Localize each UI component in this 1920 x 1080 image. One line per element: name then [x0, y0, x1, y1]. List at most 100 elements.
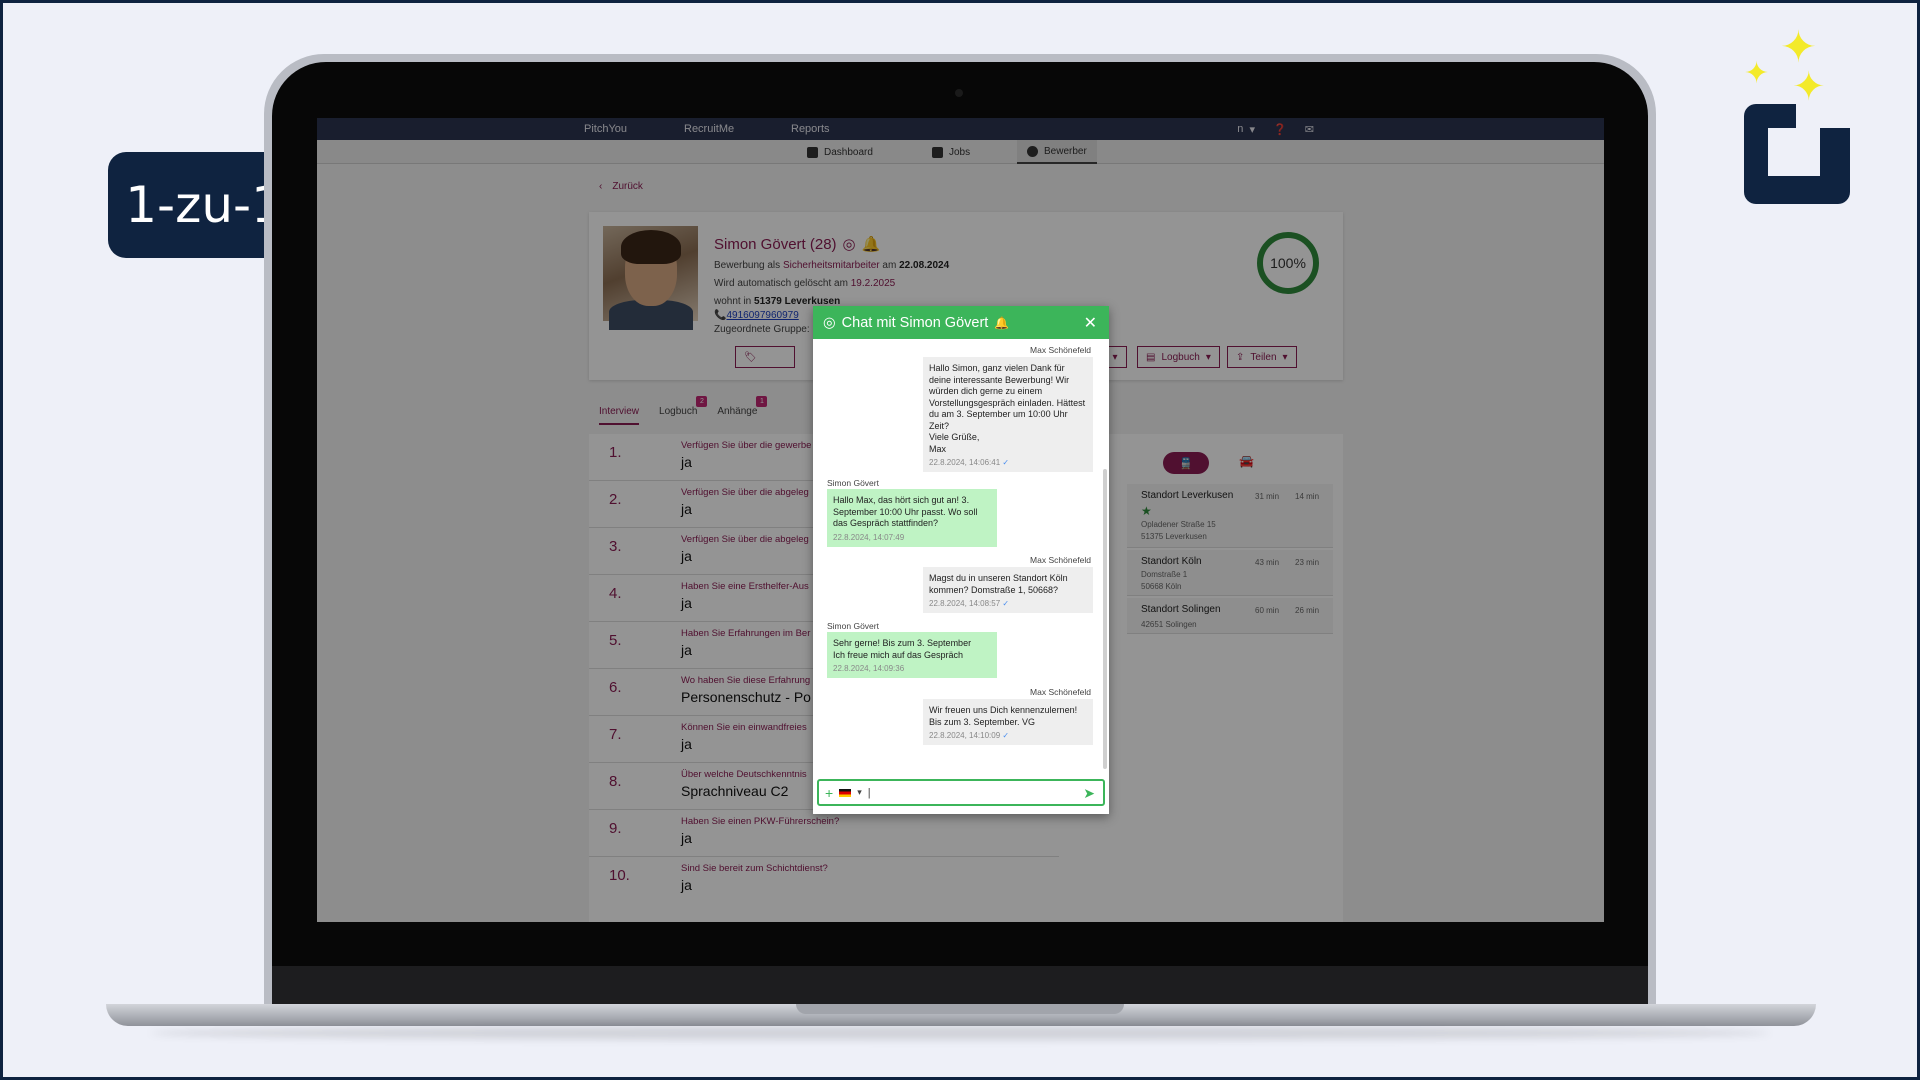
candidate-photo: [603, 226, 698, 330]
message-input[interactable]: + ▾ | ➤: [817, 779, 1105, 806]
user-menu[interactable]: n ▾: [1237, 123, 1255, 136]
car-toggle[interactable]: 🚘: [1239, 454, 1254, 468]
share-icon: ⇪: [1236, 351, 1245, 363]
logbuch-label: Logbuch: [1161, 351, 1200, 363]
chevron-down-icon[interactable]: ▾: [857, 787, 862, 798]
tab-bewerber[interactable]: Bewerber: [1017, 140, 1097, 164]
car-icon: 🚘: [1239, 454, 1254, 468]
message-time-text: 22.8.2024, 14:07:49: [833, 532, 905, 542]
chevron-down-icon: ▾: [1282, 351, 1288, 363]
application-line: Bewerbung als Sicherheitsmitarbeiter am …: [714, 260, 949, 271]
question-text: Über welche Deutschkenntnis: [681, 769, 807, 780]
bell-icon[interactable]: 🔔: [994, 316, 1009, 330]
chat-scrollbar[interactable]: [1103, 469, 1107, 769]
transit-time: 43 min: [1255, 558, 1280, 567]
transit-time: 31 min: [1255, 492, 1280, 501]
read-check-icon: ✓: [1002, 458, 1010, 468]
mail-icon[interactable]: ✉: [1305, 123, 1314, 136]
tab-anhaenge-badge: 1: [756, 396, 768, 407]
location-address: 42651 Solingen: [1141, 620, 1197, 629]
list-item: 10. Sind Sie bereit zum Schichtdienst? ja: [589, 857, 1059, 904]
logbook-icon: ▤: [1146, 351, 1156, 363]
question-number: 6.: [609, 679, 622, 696]
tab-logbuch[interactable]: Logbuch 2: [659, 396, 708, 425]
briefcase-icon: [932, 146, 943, 158]
question-answer: ja: [681, 877, 692, 893]
message-sender: Max Schönefeld: [1030, 555, 1091, 565]
topbar-right: n ▾ ❓ ✉: [1237, 118, 1604, 140]
send-icon[interactable]: ➤: [1083, 785, 1095, 802]
transit-toggle[interactable]: 🚆: [1163, 452, 1209, 474]
message-text: Hallo Simon, ganz vielen Dank für deine …: [929, 363, 1086, 454]
logbuch-button[interactable]: ▤ Logbuch ▾: [1137, 346, 1220, 368]
message-time: 22.8.2024, 14:09:36: [833, 664, 991, 674]
tab-interview-label: Interview: [599, 406, 640, 417]
back-label: Zurück: [612, 181, 643, 192]
question-number: 4.: [609, 585, 622, 602]
flag-de-icon[interactable]: [839, 788, 852, 797]
question-answer: ja: [681, 501, 692, 517]
question-number: 9.: [609, 820, 622, 837]
applied-role[interactable]: Sicherheitsmitarbeiter: [783, 260, 880, 271]
question-text: Haben Sie einen PKW-Führerschein?: [681, 816, 840, 827]
tab-logbuch-label: Logbuch: [659, 406, 698, 417]
star-icon: ★: [1141, 504, 1152, 518]
tab-anhaenge[interactable]: Anhänge 1: [717, 396, 768, 425]
question-text: Sind Sie bereit zum Schichtdienst?: [681, 863, 828, 874]
close-icon[interactable]: ✕: [1084, 313, 1097, 333]
message-text: Magst du in unseren Standort Köln kommen…: [929, 573, 1068, 595]
location-item[interactable]: Standort Köln Domstraße 1 50668 Köln 43 …: [1127, 550, 1333, 596]
question-number: 1.: [609, 444, 622, 461]
question-text: Verfügen Sie über die abgeleg: [681, 534, 809, 545]
nav-recruitme[interactable]: RecruitMe: [684, 123, 734, 135]
chevron-down-icon: ▾: [1112, 351, 1118, 363]
tab-interview[interactable]: Interview: [599, 406, 640, 425]
applied-mid: am: [879, 260, 900, 271]
sparkle-icon: ✦: [1792, 64, 1826, 110]
brand-logo-inner: [1768, 128, 1820, 176]
question-answer: Sprachniveau C2: [681, 783, 789, 799]
read-check-icon: ✓: [1002, 599, 1010, 609]
message-sender: Max Schönefeld: [1030, 687, 1091, 697]
read-check-icon: ✓: [1002, 731, 1010, 741]
chat-header: ◎ Chat mit Simon Gövert 🔔 ✕: [813, 306, 1109, 339]
tab-dashboard[interactable]: Dashboard: [797, 140, 883, 164]
question-answer: ja: [681, 454, 692, 470]
message-time: 22.8.2024, 14:06:41 ✓: [929, 458, 1087, 468]
message-time-text: 22.8.2024, 14:09:36: [833, 664, 905, 674]
back-link[interactable]: ‹ Zurück: [599, 181, 643, 192]
tab-jobs[interactable]: Jobs: [922, 140, 980, 164]
help-icon[interactable]: ❓: [1273, 123, 1287, 136]
user-circle-icon: [1027, 145, 1038, 157]
question-answer: ja: [681, 642, 692, 658]
question-answer: ja: [681, 548, 692, 564]
car-time: 26 min: [1295, 606, 1320, 615]
share-button[interactable]: ⇪ Teilen ▾: [1227, 346, 1297, 368]
nav-reports[interactable]: Reports: [791, 123, 830, 135]
message-text: Hallo Max, das hört sich gut an! 3. Sept…: [833, 495, 978, 529]
question-text: Haben Sie Erfahrungen im Ber: [681, 628, 811, 639]
tab-dashboard-label: Dashboard: [824, 146, 873, 158]
laptop-shadow: [150, 1026, 1770, 1040]
location-item[interactable]: Standort Solingen 42651 Solingen 60 min …: [1127, 598, 1333, 634]
plus-icon[interactable]: +: [825, 785, 833, 801]
question-text: Verfügen Sie über die abgeleg: [681, 487, 809, 498]
question-answer: ja: [681, 830, 692, 846]
question-answer: ja: [681, 736, 692, 752]
bell-icon[interactable]: 🔔: [862, 235, 881, 253]
phone-link[interactable]: 4916097960979: [726, 310, 798, 321]
group-label: Zugeordnete Gruppe:: [714, 324, 810, 335]
tag-button[interactable]: 🏷: [735, 346, 795, 368]
question-text: Verfügen Sie über die gewerbe: [681, 440, 812, 451]
whatsapp-icon[interactable]: ◎: [843, 235, 856, 253]
transit-time: 60 min: [1255, 606, 1280, 615]
delete-line: Wird automatisch gelöscht am 19.2.2025: [714, 278, 895, 289]
share-label: Teilen: [1250, 351, 1277, 363]
chevron-down-icon: ▾: [1205, 351, 1211, 363]
phone-line: 📞4916097960979: [714, 310, 799, 321]
location-item[interactable]: Standort Leverkusen ★ Opladener Straße 1…: [1127, 484, 1333, 548]
message-time: 22.8.2024, 14:10:09 ✓: [929, 731, 1087, 741]
nav-pitchyou[interactable]: PitchYou: [584, 123, 627, 135]
message-time-text: 22.8.2024, 14:06:41: [929, 458, 1001, 468]
message-time-text: 22.8.2024, 14:10:09: [929, 731, 1001, 741]
